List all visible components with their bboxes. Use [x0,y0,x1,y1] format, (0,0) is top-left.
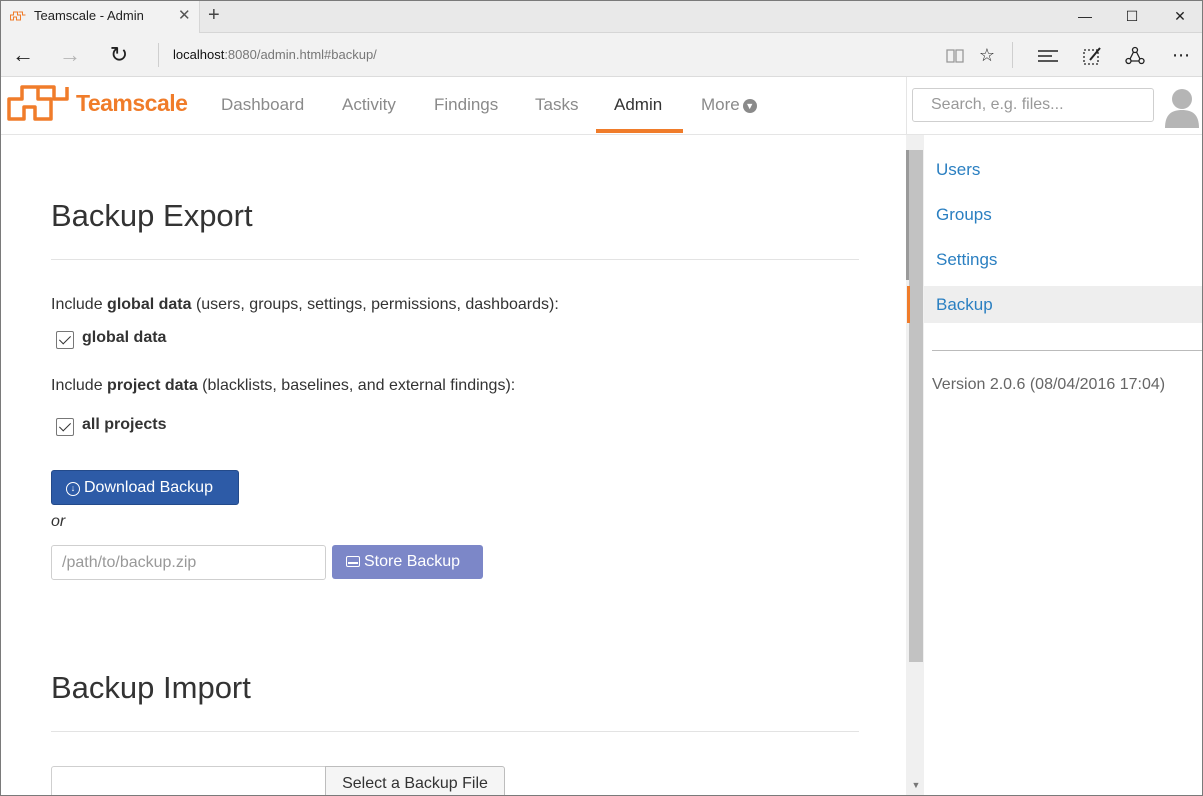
reading-view-icon[interactable] [942,42,968,68]
global-data-checkbox[interactable] [56,331,74,349]
store-backup-label: Store Backup [364,553,461,570]
hard-drive-icon [346,556,360,567]
sidebar-item-groups[interactable]: Groups [924,196,1203,233]
project-data-description: Include project data (blacklists, baseli… [51,377,515,395]
global-data-description: Include global data (users, groups, sett… [51,296,559,314]
user-avatar-icon[interactable] [1164,86,1200,128]
download-backup-button[interactable]: ↓ Download Backup [51,470,239,505]
share-icon[interactable] [1122,42,1148,68]
nav-admin[interactable]: Admin [614,95,662,115]
section-divider [51,259,859,260]
tab-title: Teamscale - Admin [34,8,144,23]
favorite-star-icon[interactable]: ☆ [974,42,1000,68]
close-window-icon[interactable]: ✕ [1170,6,1190,26]
backup-path-input[interactable] [51,545,326,580]
refresh-icon[interactable]: ↻ [106,42,132,68]
nav-findings[interactable]: Findings [434,95,498,115]
sidebar-active-indicator [907,286,910,323]
scroll-down-arrow-icon[interactable]: ▼ [909,778,923,792]
browser-titlebar: Teamscale - Admin ✕ + — ☐ ✕ [0,0,1203,33]
global-prefix: Include [51,296,108,313]
backup-export-title: Backup Export [51,198,253,233]
browser-tab[interactable]: Teamscale - Admin ✕ [0,0,200,33]
global-data-checkbox-label[interactable]: global data [82,329,166,347]
all-projects-checkbox-label[interactable]: all projects [82,416,166,434]
admin-sidebar: Users Groups Settings Backup Version 2.0… [907,135,1203,796]
backup-file-field[interactable] [51,766,326,796]
forward-icon: → [59,42,81,67]
sidebar-item-users[interactable]: Users [924,151,1203,188]
nav-more[interactable]: More ▼ [701,95,757,115]
new-tab-icon[interactable]: + [208,4,220,27]
app-header: Teamscale Dashboard Activity Findings Ta… [0,77,1203,135]
version-text: Version 2.0.6 (08/04/2016 17:04) [932,376,1166,393]
project-prefix: Include [51,377,108,394]
maximize-icon[interactable]: ☐ [1122,6,1142,26]
back-icon[interactable]: ← [10,42,36,68]
all-projects-checkbox[interactable] [56,418,74,436]
browser-address-bar: ← → ↻ localhost:8080/admin.html#backup/ … [0,33,1203,77]
project-bold: project data [107,377,198,394]
more-options-icon[interactable]: ⋯ [1168,42,1194,68]
nav-tasks[interactable]: Tasks [535,95,578,115]
select-backup-file-button[interactable]: Select a Backup File [325,766,505,796]
nav-active-indicator [596,129,683,133]
minimize-icon[interactable]: — [1075,6,1095,26]
nav-activity[interactable]: Activity [342,95,396,115]
store-backup-button[interactable]: Store Backup [332,545,483,579]
backup-import-title: Backup Import [51,670,251,705]
url-field[interactable]: localhost:8080/admin.html#backup/ [158,43,377,67]
download-circle-icon: ↓ [66,482,80,496]
hub-icon[interactable] [1035,42,1061,68]
chevron-down-icon: ▼ [742,99,757,113]
teamscale-favicon-icon [10,11,26,21]
web-note-icon[interactable] [1079,42,1105,68]
nav-more-label: More [701,95,740,114]
search-input[interactable] [912,88,1154,122]
download-backup-label: Download Backup [84,479,213,496]
nav-dashboard[interactable]: Dashboard [221,95,304,115]
sidebar-item-settings[interactable]: Settings [924,241,1203,278]
global-suffix: (users, groups, settings, permissions, d… [191,296,559,313]
teamscale-logo-icon [7,85,69,121]
main-content: Backup Export Include global data (users… [0,135,906,796]
global-bold: global data [107,296,192,313]
tab-close-icon[interactable]: ✕ [178,6,191,24]
url-path: :8080/admin.html#backup/ [224,47,377,62]
toolbar-separator [1012,42,1013,68]
or-text: or [51,513,66,530]
sidebar-item-backup[interactable]: Backup [924,286,1203,323]
header-divider [906,77,907,135]
project-suffix: (blacklists, baselines, and external fin… [197,377,516,394]
scrollbar-thumb[interactable] [909,150,923,662]
sidebar-divider [932,350,1203,351]
url-host: localhost [173,47,225,62]
brand-name[interactable]: Teamscale [76,90,188,117]
section-divider [51,731,859,732]
